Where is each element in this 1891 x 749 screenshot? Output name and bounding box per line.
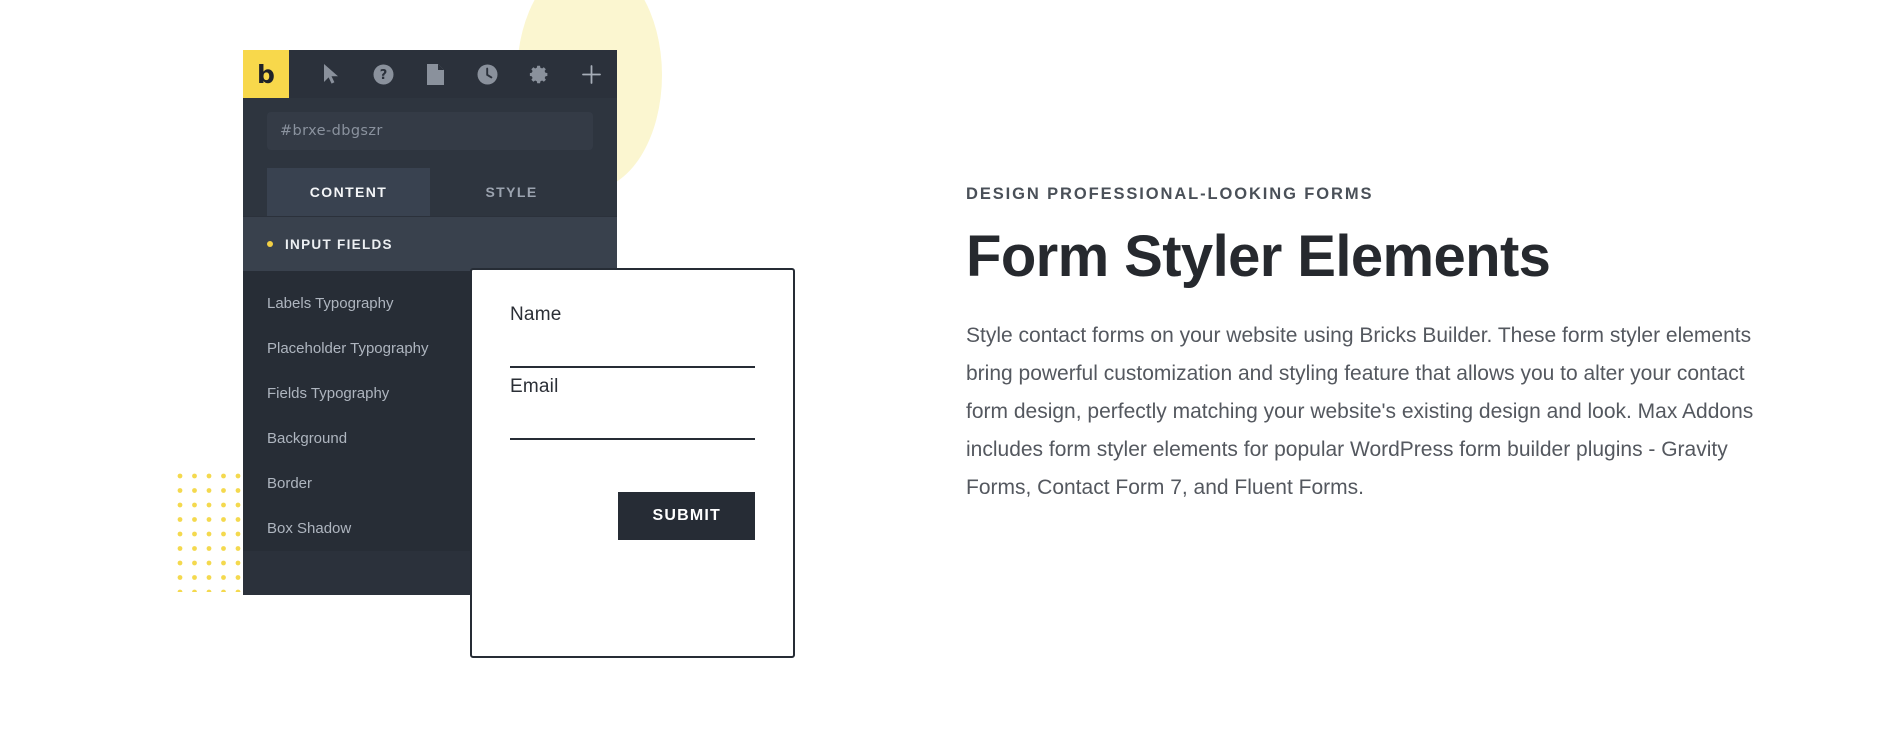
body-paragraph: Style contact forms on your website usin… [966, 323, 1754, 499]
field-label: Email [510, 376, 559, 397]
form-field-name: Name [510, 304, 755, 368]
page-title: Form Styler Elements [966, 224, 1551, 289]
cursor-icon[interactable] [305, 50, 357, 98]
tab-style[interactable]: STYLE [430, 168, 593, 216]
svg-text:?: ? [379, 68, 387, 83]
builder-tabs: CONTENT STYLE [267, 168, 593, 216]
gear-icon[interactable] [513, 50, 565, 98]
plus-icon[interactable] [565, 50, 617, 98]
form-preview-card: Name Email SUBMIT [470, 268, 795, 658]
content-column: DESIGN PROFESSIONAL-LOOKING FORMS Form S… [966, 185, 1766, 507]
section-dot-icon [267, 241, 273, 247]
form-actions: SUBMIT [510, 492, 755, 540]
toolbar-icon-group: ? [289, 50, 617, 98]
bricks-logo[interactable]: b [243, 50, 289, 98]
tab-content[interactable]: CONTENT [267, 168, 430, 216]
page-root: b ? #brxe-dbgszr CONTENT STYLE INPUT FIE… [0, 0, 1891, 749]
builder-toolbar: b ? [243, 50, 617, 98]
form-field-email: Email [510, 376, 755, 440]
element-id-input[interactable]: #brxe-dbgszr [267, 112, 593, 150]
field-underline-input[interactable] [510, 438, 755, 440]
builder-panel-body: #brxe-dbgszr CONTENT STYLE [243, 98, 617, 216]
builder-illustration: b ? #brxe-dbgszr CONTENT STYLE INPUT FIE… [0, 0, 960, 749]
field-label: Name [510, 304, 562, 325]
section-input-fields[interactable]: INPUT FIELDS [243, 216, 617, 271]
eyebrow-text: DESIGN PROFESSIONAL-LOOKING FORMS [966, 185, 1374, 203]
field-underline-input[interactable] [510, 366, 755, 368]
help-icon[interactable]: ? [357, 50, 409, 98]
page-icon[interactable] [409, 50, 461, 98]
history-clock-icon[interactable] [461, 50, 513, 98]
section-label: INPUT FIELDS [285, 236, 393, 252]
submit-button[interactable]: SUBMIT [618, 492, 755, 540]
